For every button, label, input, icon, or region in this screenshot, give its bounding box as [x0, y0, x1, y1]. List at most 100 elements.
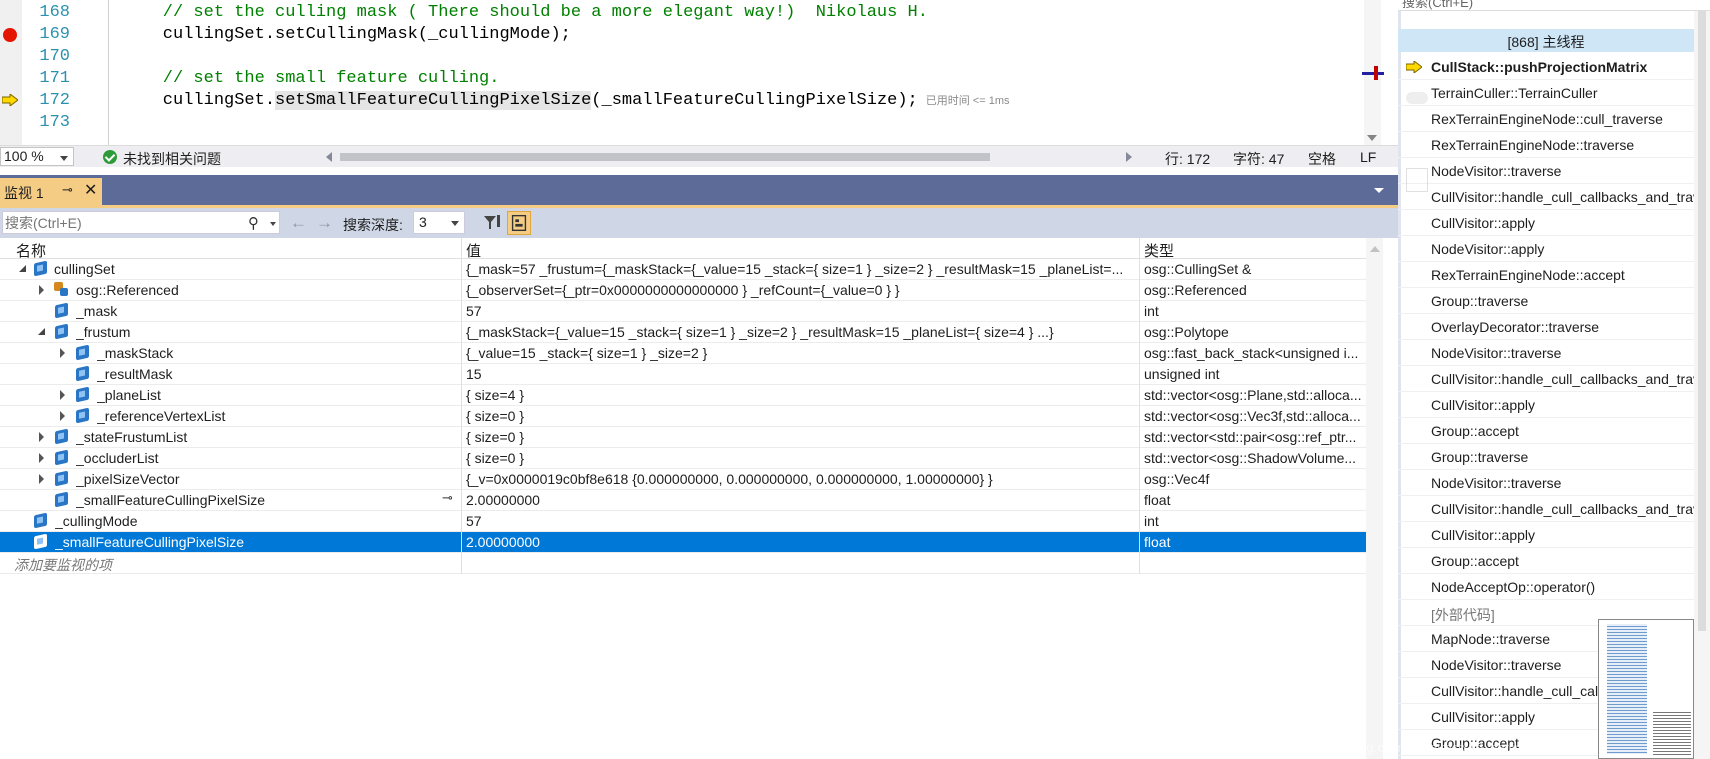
stack-frame[interactable]: CullVisitor::apply — [1398, 392, 1694, 418]
table-row[interactable]: _planeList { size=4 } std::vector<osg::P… — [0, 385, 1366, 406]
search-icon[interactable]: ⚲ — [248, 214, 259, 232]
scroll-down-icon[interactable] — [1367, 135, 1377, 141]
table-row[interactable]: osg::Referenced {_observerSet={_ptr=0x00… — [0, 280, 1366, 301]
watch-search[interactable]: ⚲ — [2, 211, 280, 234]
cursor-char[interactable]: 字符: 47 — [1233, 149, 1284, 169]
table-row[interactable]: _mask 57 int — [0, 301, 1366, 322]
column-header-name[interactable]: 名称 — [16, 240, 46, 261]
table-row[interactable]: _occluderList { size=0 } std::vector<osg… — [0, 448, 1366, 469]
table-row[interactable]: _pixelSizeVector {_v=0x0000019c0bf8e618 … — [0, 469, 1366, 490]
stack-frame[interactable]: CullVisitor::handle_cull_callbacks_and_t… — [1398, 496, 1694, 522]
table-row[interactable]: _smallFeatureCullingPixelSize ⊸ 2.000000… — [0, 490, 1366, 511]
row-value[interactable]: 57 — [466, 303, 1138, 319]
table-row[interactable]: _resultMask 15 unsigned int — [0, 364, 1366, 385]
row-value[interactable]: { size=0 } — [466, 408, 1138, 424]
row-value[interactable]: { size=0 } — [466, 429, 1138, 445]
code-editor[interactable]: 168 169 170 171 172 173 // set the culli… — [0, 0, 1398, 145]
zoom-select[interactable]: 100 % — [0, 147, 74, 166]
stack-frame[interactable]: RexTerrainEngineNode::traverse — [1398, 132, 1694, 158]
stack-frame[interactable]: NodeVisitor::apply — [1398, 236, 1694, 262]
row-value[interactable]: {_v=0x0000019c0bf8e618 {0.000000000, 0.0… — [466, 471, 1138, 487]
close-icon[interactable]: ✕ — [84, 180, 97, 200]
hex-display-icon[interactable] — [507, 211, 531, 235]
stack-frame[interactable]: RexTerrainEngineNode::cull_traverse — [1398, 106, 1694, 132]
table-row[interactable]: _stateFrustumList { size=0 } std::vector… — [0, 427, 1366, 448]
code-line[interactable]: cullingSet.setCullingMask(_cullingMode); — [122, 23, 571, 47]
collapse-arrow-icon[interactable] — [38, 328, 45, 335]
column-divider[interactable] — [461, 238, 462, 574]
stack-frame[interactable]: CullVisitor::handle_cull_callbacks_and_t… — [1398, 184, 1694, 210]
code-line[interactable]: // set the small feature culling. — [122, 67, 500, 91]
scroll-right-icon[interactable] — [1126, 152, 1132, 162]
stack-frame[interactable]: Group::accept — [1398, 548, 1694, 574]
table-row[interactable]: cullingSet {_mask=57 _frustum={_maskStac… — [0, 259, 1366, 280]
expand-arrow-icon[interactable] — [39, 432, 44, 442]
row-value[interactable]: 15 — [466, 366, 1138, 382]
expand-view-icon[interactable] — [1406, 168, 1428, 192]
stack-frame[interactable]: CullVisitor::apply — [1398, 522, 1694, 548]
table-row[interactable]: _referenceVertexList { size=0 } std::vec… — [0, 406, 1366, 427]
stack-frame[interactable]: OverlayDecorator::traverse — [1398, 314, 1694, 340]
scroll-thumb[interactable] — [340, 153, 990, 161]
row-value[interactable]: {_observerSet={_ptr=0x0000000000000000 }… — [466, 282, 1138, 298]
stack-frame-current[interactable]: CullStack::pushProjectionMatrix — [1398, 54, 1694, 80]
stack-frame[interactable]: Group::traverse — [1398, 288, 1694, 314]
add-watch-row[interactable]: 添加要监视的项 — [0, 553, 1366, 574]
pin-icon[interactable]: ⊸ — [62, 182, 73, 198]
back-arrow-icon[interactable]: ← — [290, 213, 307, 233]
row-value[interactable]: 2.00000000 — [466, 492, 1138, 508]
stack-frame[interactable]: TerrainCuller::TerrainCuller — [1398, 80, 1694, 106]
stack-frame[interactable]: Group::accept — [1398, 418, 1694, 444]
search-input[interactable] — [5, 213, 225, 232]
stack-frame[interactable]: NodeVisitor::traverse — [1398, 158, 1694, 184]
row-value[interactable]: 2.00000000 — [466, 534, 1138, 550]
table-row-selected[interactable]: _smallFeatureCullingPixelSize 2.00000000… — [0, 532, 1366, 553]
expand-arrow-icon[interactable] — [39, 285, 44, 295]
expand-arrow-icon[interactable] — [60, 390, 65, 400]
whitespace-mode[interactable]: 空格 — [1308, 149, 1336, 169]
code-line[interactable]: // set the culling mask ( There should b… — [122, 1, 928, 25]
table-row[interactable]: _frustum {_maskStack={_value=15 _stack={… — [0, 322, 1366, 343]
row-value[interactable]: {_value=15 _stack={ size=1 } _size=2 } — [466, 345, 1138, 361]
graph-minimap[interactable] — [1598, 619, 1694, 759]
stack-frame[interactable]: Group::traverse — [1398, 444, 1694, 470]
issues-status[interactable]: 未找到相关问题 — [123, 149, 221, 169]
row-value[interactable]: {_maskStack={_value=15 _stack={ size=1 }… — [466, 324, 1138, 340]
column-header-value[interactable]: 值 — [466, 240, 481, 261]
stack-frame[interactable]: NodeVisitor::traverse — [1398, 340, 1694, 366]
row-value[interactable]: 57 — [466, 513, 1138, 529]
stack-frame[interactable]: CullVisitor::apply — [1398, 210, 1694, 236]
scroll-up-icon[interactable] — [1370, 246, 1380, 252]
collapse-arrow-icon[interactable] — [19, 265, 26, 272]
breakpoint-gutter[interactable] — [0, 0, 22, 145]
expand-arrow-icon[interactable] — [39, 453, 44, 463]
highlighted-method[interactable]: setSmallFeatureCullingPixelSize — [275, 91, 592, 110]
table-row[interactable]: _cullingMode 57 int — [0, 511, 1366, 532]
stack-frame[interactable]: NodeVisitor::traverse — [1398, 470, 1694, 496]
expand-arrow-icon[interactable] — [60, 411, 65, 421]
tab-watch-1[interactable]: 监视 1 ⊸ ✕ — [0, 178, 102, 205]
scroll-left-icon[interactable] — [326, 152, 332, 162]
stack-frame[interactable]: CullVisitor::handle_cull_callbacks_and_t… — [1398, 366, 1694, 392]
row-value[interactable]: { size=4 } — [466, 387, 1138, 403]
toggle-icon[interactable] — [1406, 92, 1428, 104]
add-watch-placeholder[interactable]: 添加要监视的项 — [14, 555, 474, 575]
row-value[interactable]: { size=0 } — [466, 450, 1138, 466]
call-stack-scrollbar[interactable] — [1694, 11, 1710, 759]
watch-vertical-scrollbar[interactable] — [1366, 238, 1383, 759]
call-stack-search[interactable]: 搜索(Ctrl+E) — [1398, 0, 1710, 11]
filter-icon[interactable] — [480, 211, 504, 235]
search-depth-select[interactable]: 3 — [413, 211, 465, 234]
scroll-thumb[interactable] — [1698, 11, 1706, 631]
row-value[interactable]: {_mask=57 _frustum={_maskStack={_value=1… — [466, 261, 1138, 277]
expand-arrow-icon[interactable] — [39, 474, 44, 484]
code-line-current[interactable]: cullingSet.setSmallFeatureCullingPixelSi… — [122, 89, 1010, 113]
column-divider[interactable] — [1139, 238, 1140, 574]
line-ending[interactable]: LF — [1360, 149, 1376, 165]
stack-frame[interactable]: RexTerrainEngineNode::accept — [1398, 262, 1694, 288]
chevron-down-icon[interactable] — [270, 222, 276, 226]
cursor-line[interactable]: 行: 172 — [1165, 149, 1210, 169]
forward-arrow-icon[interactable]: → — [316, 213, 333, 233]
column-header-type[interactable]: 类型 — [1144, 240, 1174, 261]
thread-header[interactable]: [868] 主线程 — [1398, 29, 1694, 52]
